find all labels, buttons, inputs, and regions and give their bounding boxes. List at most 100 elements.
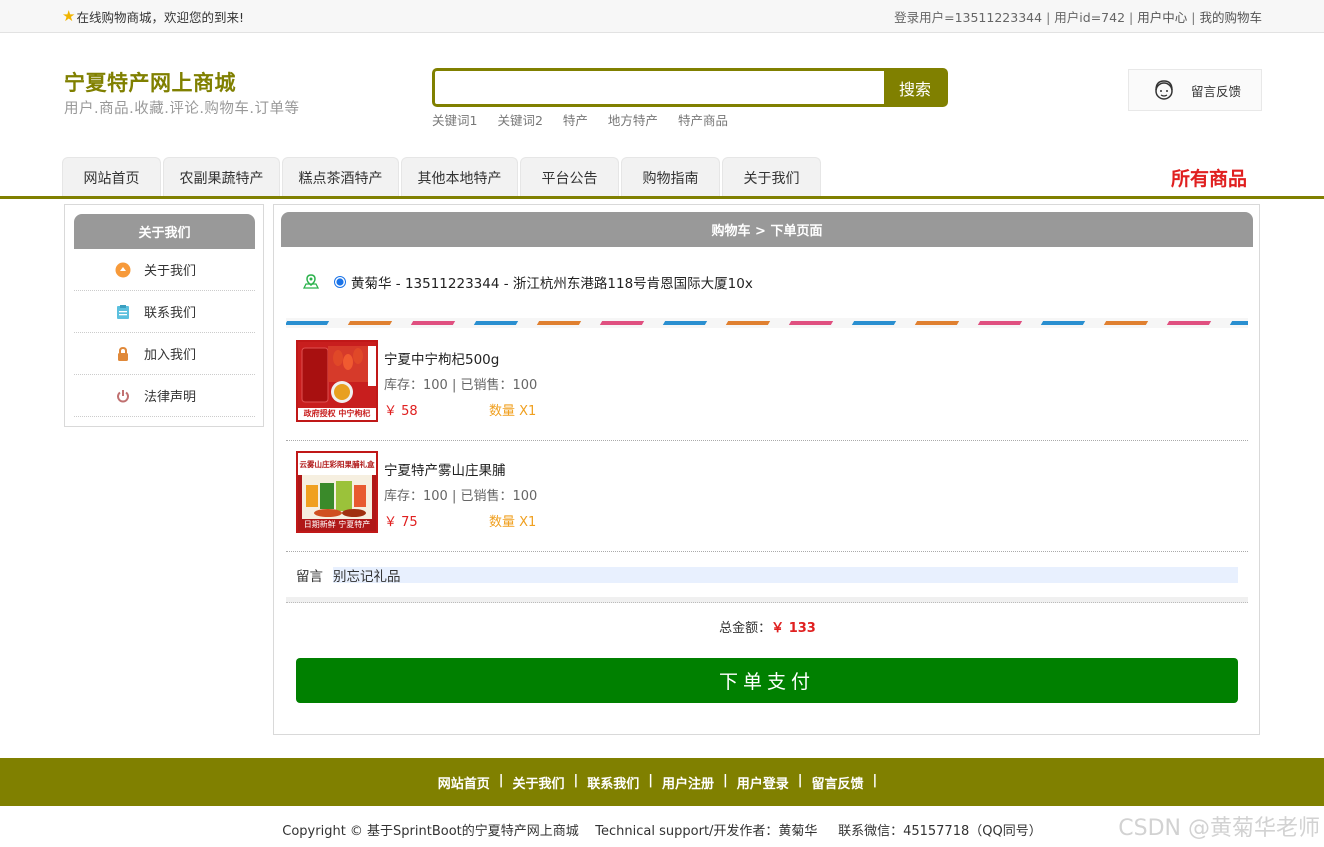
stripe-segment <box>851 321 897 325</box>
memo-input[interactable] <box>333 567 1238 583</box>
legal-icon <box>115 388 131 404</box>
about-icon <box>115 262 131 278</box>
nav-tab-other-local[interactable]: 其他本地特产 <box>401 157 518 197</box>
hot-keyword[interactable]: 特产商品 <box>678 110 728 129</box>
envelope-stripe <box>286 318 1248 328</box>
product-stock-sales: 库存：100 | 已销售：100 <box>384 489 538 504</box>
stripe-segment <box>473 321 519 325</box>
join-icon <box>115 346 131 362</box>
stripe-segment <box>725 321 771 325</box>
star-icon: ★ <box>62 7 76 25</box>
user-links: 登录用户=13511223344 | 用户id=742 | 用户中心 | 我的购物车 <box>894 10 1262 25</box>
top-bar: ★ 在线购物商城，欢迎您的到来! 登录用户=13511223344 | 用户id=7… <box>0 0 1324 33</box>
feedback-label: 留言反馈 <box>1191 83 1242 99</box>
product-price: ￥ 58 <box>384 404 418 419</box>
sidebar-item-label: 加入我们 <box>144 348 197 363</box>
product-image-top-caption: 云雾山庄彩阳果脯礼盒 <box>299 460 375 469</box>
stripe-segment <box>1040 321 1086 325</box>
my-cart-link[interactable]: 我的购物车 <box>1199 10 1262 25</box>
stripe-segment <box>347 321 393 325</box>
nav-tab-pastry-tea-wine[interactable]: 糕点茶酒特产 <box>282 157 399 197</box>
address-radio[interactable] <box>334 276 346 288</box>
sidebar-item-label: 关于我们 <box>144 264 197 279</box>
sidebar-item-legal[interactable]: 法律声明 <box>74 375 255 417</box>
product-name[interactable]: 宁夏特产雾山庄果脯 <box>384 459 506 479</box>
footer-link-contact[interactable]: 联系我们 <box>587 773 639 792</box>
sidebar: 关于我们 关于我们 联系我们 加入我们 法律声明 <box>64 204 264 427</box>
hot-keyword[interactable]: 关键词2 <box>497 110 542 129</box>
order-item: 政府授权 中宁枸杞 宁夏中宁枸杞500g 库存：100 | 已销售：100 ￥ … <box>286 330 1248 441</box>
order-total: 总金额：￥ 133 <box>274 617 1261 636</box>
address-text: 黄菊华 - 13511223344 - 浙江杭州东港路118号肯恩国际大厦10x <box>351 276 753 292</box>
address-row[interactable]: 黄菊华 - 13511223344 - 浙江杭州东港路118号肯恩国际大厦10x <box>302 272 753 292</box>
search-box: 搜索 <box>432 68 948 107</box>
hot-keywords: 关键词1 关键词2 特产 地方特产 特产商品 <box>432 110 748 129</box>
feedback-button[interactable]: 留言反馈 <box>1128 69 1262 111</box>
footer-link-about[interactable]: 关于我们 <box>512 773 564 792</box>
welcome-text: 在线购物商城，欢迎您的到来! <box>76 10 244 25</box>
product-stock-sales: 库存：100 | 已销售：100 <box>384 378 538 393</box>
total-label: 总金额： <box>719 621 772 636</box>
place-order-pay-button[interactable]: 下单支付 <box>296 658 1238 703</box>
footer-link-login[interactable]: 用户登录 <box>737 773 789 792</box>
nav-tab-about-us[interactable]: 关于我们 <box>722 157 821 197</box>
stripe-segment <box>286 321 330 325</box>
sidebar-item-join[interactable]: 加入我们 <box>74 333 255 375</box>
sidebar-title: 关于我们 <box>74 214 255 249</box>
sidebar-item-about[interactable]: 关于我们 <box>74 249 255 291</box>
product-image-caption: 政府授权 中宁枸杞 <box>303 409 371 418</box>
stripe-segment <box>977 321 1023 325</box>
footer-link-home[interactable]: 网站首页 <box>438 773 490 792</box>
nav-tab-produce[interactable]: 农副果蔬特产 <box>163 157 280 197</box>
product-quantity: 数量 X1 <box>489 404 537 419</box>
hot-keyword[interactable]: 关键词1 <box>432 110 477 129</box>
watermark: CSDN @黄菊华老师 <box>1118 816 1320 841</box>
stripe-segment <box>662 321 708 325</box>
footer-nav: 网站首页 | 关于我们 | 联系我们 | 用户注册 | 用户登录 | 留言反馈 | <box>0 758 1324 806</box>
product-price: ￥ 75 <box>384 515 418 530</box>
stripe-segment <box>914 321 960 325</box>
nav-divider <box>0 196 1324 199</box>
product-image[interactable]: 云雾山庄彩阳果脯礼盒 日期新鲜 宁夏特产 <box>296 451 378 533</box>
contact-icon <box>115 304 131 320</box>
stripe-segment <box>410 321 456 325</box>
nav-tab-shopping-guide[interactable]: 购物指南 <box>621 157 720 197</box>
nav-tab-announcements[interactable]: 平台公告 <box>520 157 619 197</box>
hot-keyword[interactable]: 特产 <box>563 110 588 129</box>
product-image[interactable]: 政府授权 中宁枸杞 <box>296 340 378 422</box>
all-goods-link[interactable]: 所有商品 <box>1171 164 1247 191</box>
stripe-segment <box>1166 321 1212 325</box>
hot-keyword[interactable]: 地方特产 <box>608 110 658 129</box>
site-title[interactable]: 宁夏特产网上商城 <box>64 67 236 97</box>
sidebar-item-label: 联系我们 <box>144 306 197 321</box>
memo-divider <box>286 597 1248 603</box>
footer-link-feedback[interactable]: 留言反馈 <box>812 773 864 792</box>
welcome-message: ★ 在线购物商城，欢迎您的到来! <box>62 7 244 26</box>
user-id-text: 用户id=742 <box>1054 10 1126 25</box>
search-input[interactable] <box>435 71 885 104</box>
location-pin-icon <box>302 274 320 289</box>
login-user-text: 登录用户=13511223344 <box>894 10 1043 25</box>
nav-tab-home[interactable]: 网站首页 <box>62 157 161 197</box>
footer-link-register[interactable]: 用户注册 <box>662 773 714 792</box>
memo-row: 留言 <box>296 565 1238 585</box>
sidebar-item-label: 法律声明 <box>144 390 197 405</box>
stripe-segment <box>1103 321 1149 325</box>
sidebar-item-contact[interactable]: 联系我们 <box>74 291 255 333</box>
product-image-caption: 日期新鲜 宁夏特产 <box>303 520 371 529</box>
stripe-segment <box>599 321 645 325</box>
order-panel: 购物车 > 下单页面 黄菊华 - 13511223344 - 浙江杭州东港路11… <box>273 204 1260 735</box>
product-name[interactable]: 宁夏中宁枸杞500g <box>384 348 499 368</box>
stripe-segment <box>536 321 582 325</box>
main-nav: 网站首页 农副果蔬特产 糕点茶酒特产 其他本地特产 平台公告 购物指南 关于我们 <box>62 157 821 197</box>
memo-label: 留言 <box>296 569 323 585</box>
customer-service-icon <box>1155 80 1173 100</box>
total-amount: ￥ 133 <box>771 621 816 636</box>
site-subtitle: 用户.商品.收藏.评论.购物车.订单等 <box>64 101 300 117</box>
order-item: 云雾山庄彩阳果脯礼盒 日期新鲜 宁夏特产 宁夏特产雾山庄果脯 库存：100 | … <box>286 441 1248 552</box>
search-button[interactable]: 搜索 <box>884 68 946 107</box>
product-quantity: 数量 X1 <box>489 515 537 530</box>
stripe-segment <box>788 321 834 325</box>
user-center-link[interactable]: 用户中心 <box>1137 10 1187 25</box>
breadcrumb: 购物车 > 下单页面 <box>281 212 1253 247</box>
